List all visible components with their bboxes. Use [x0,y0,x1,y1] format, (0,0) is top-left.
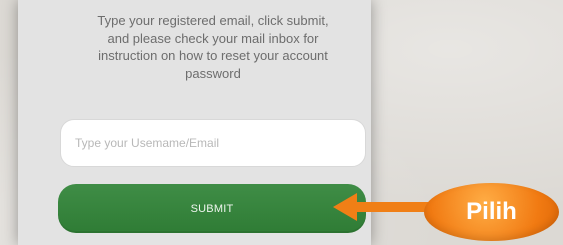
username-email-input[interactable] [60,119,366,167]
pilih-label: Pilih [466,198,517,225]
reset-password-card: Type your registered email, click submit… [18,0,371,245]
instruction-text: Type your registered email, click submit… [97,13,329,81]
username-field-wrapper [60,119,366,167]
submit-button[interactable]: SUBMIT [58,184,366,233]
pilih-callout: Pilih [424,183,559,241]
